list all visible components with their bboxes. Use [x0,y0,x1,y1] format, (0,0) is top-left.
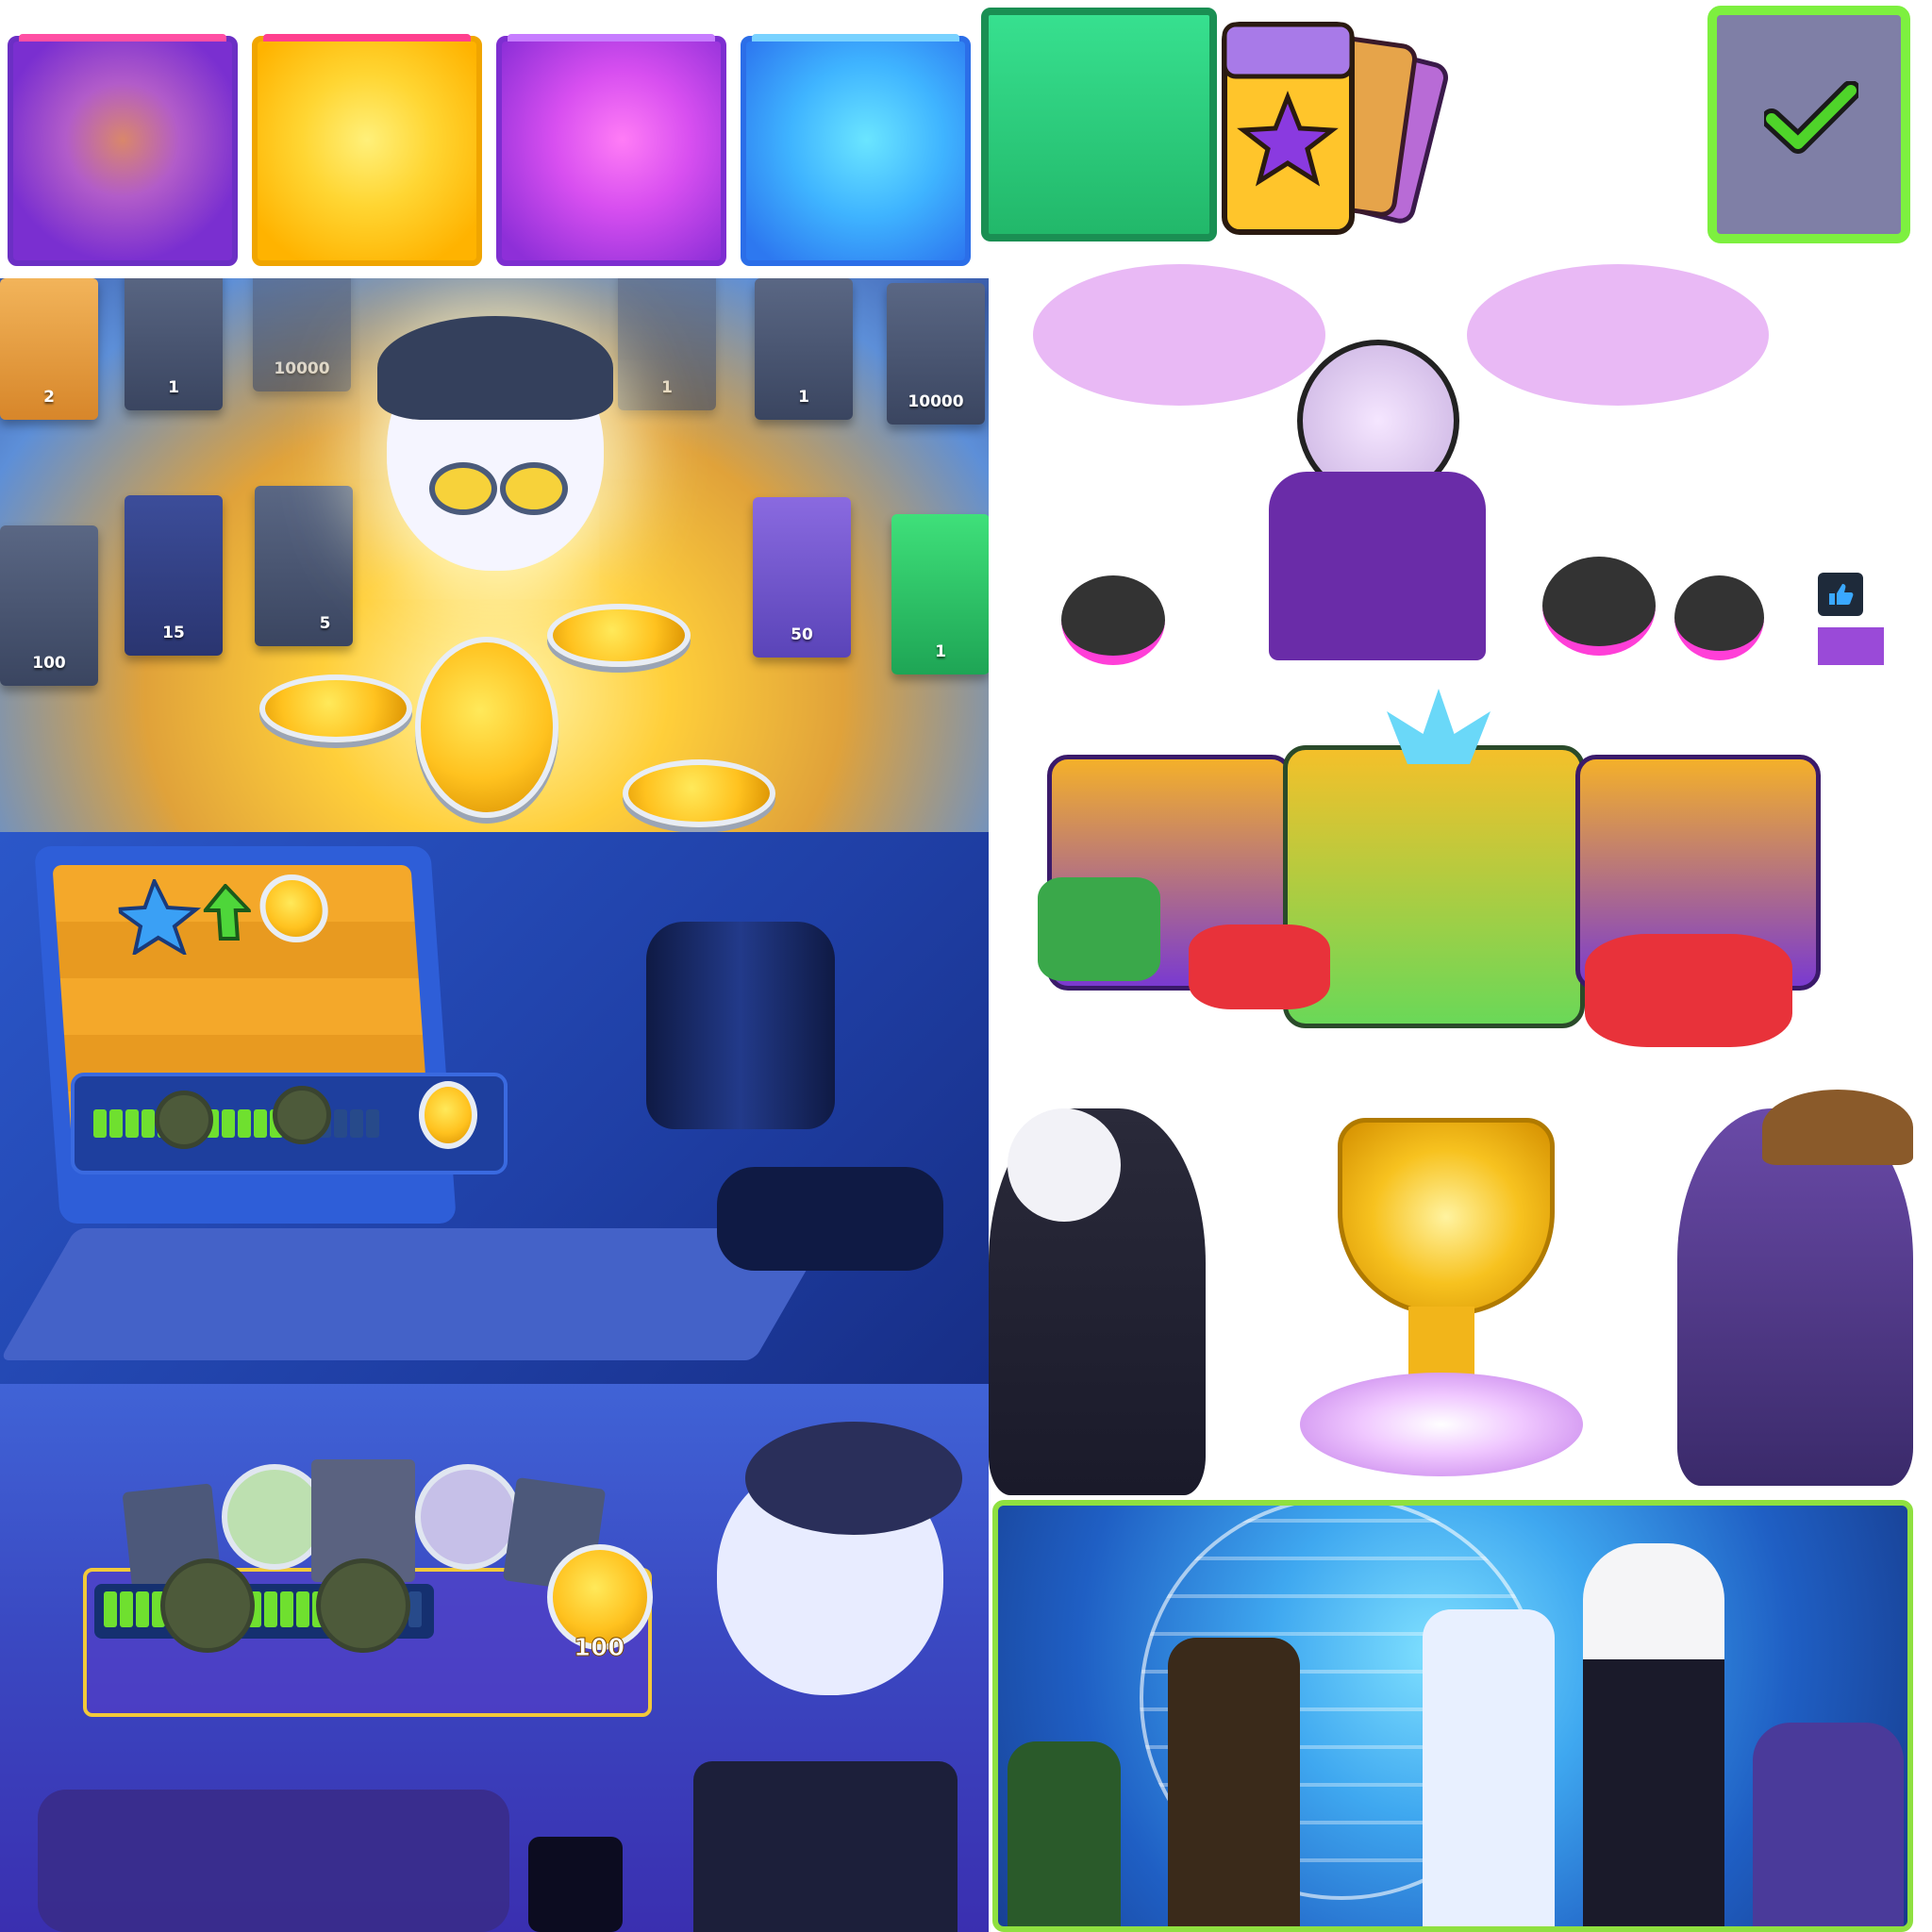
reward-card-count: 1 [168,378,179,397]
green-rarity-frame [981,8,1217,242]
reward-card-count: 1 [661,378,673,397]
laptop-keyboard [0,1228,831,1360]
detective-character [1168,1638,1300,1926]
laptop-back [693,1761,958,1932]
milestone-check-icon [316,1558,410,1653]
gem-pile [1585,934,1792,1047]
cash-pile [38,1790,509,1932]
planter-pot [1542,557,1656,656]
trophy-illustration [989,1090,1913,1495]
checkmark-icon [1764,81,1858,154]
reward-card-count: 10000 [908,392,964,411]
coin-stack-icon [259,675,412,742]
blossom-character-illustration [1014,255,1807,665]
trophy-stem [1408,1307,1474,1382]
reward-card: 100 [0,525,98,686]
reward-card-count: 1 [798,388,809,407]
reward-card-count: 1 [935,642,946,661]
reward-card-count: 5 [319,614,331,633]
reward-card: 15 [125,495,223,656]
character-head [1008,1108,1121,1222]
coffee-mug-icon [528,1837,623,1932]
milestone-check-icon [273,1086,331,1144]
pistol-reward-icon [415,1464,521,1570]
blue-rarity-frame [741,34,971,266]
reward-card: 50 [753,497,851,658]
planter-pot [1061,575,1165,665]
gold-coin-icon [415,637,558,818]
agent-character [1583,1543,1724,1926]
trophy-pedestal [1300,1373,1583,1476]
reward-chests-illustration [1019,689,1868,1066]
magenta-rarity-frame [496,34,726,266]
goggles-right-icon [500,462,568,515]
claimed-check-card[interactable] [1707,6,1910,243]
reward-card-count: 100 [32,654,66,673]
detective-character [1677,1108,1913,1486]
progress-bar [93,1109,382,1141]
reward-card: 5 [255,486,353,646]
purple-rarity-frame [8,34,238,266]
milestone-check-icon [160,1558,255,1653]
reward-card: 1 [125,278,223,410]
milestone-check-icon [155,1091,213,1149]
reward-card-count: 50 [791,625,813,644]
blossom-tree [1467,264,1769,406]
reward-card-count: 2 [43,388,55,407]
character-hair [745,1422,962,1535]
scientist-character [1423,1609,1555,1926]
team-headquarters-illustration [992,1500,1913,1932]
coin-stack-icon [547,604,691,667]
character-hair [377,316,613,420]
goggles-left-icon [429,462,497,515]
reward-card: 1 [891,514,989,675]
trophy-cup-icon [1338,1118,1555,1316]
laptop-progress-illustration [0,832,989,1384]
coffee-mug-icon [646,922,835,1129]
arrow-up-icon [201,884,254,941]
character-hand [717,1167,943,1271]
star-icon [116,879,202,955]
planter-pot [1674,575,1764,660]
reward-card: 10000 [887,283,985,425]
reward-card-count: 10000 [274,359,330,378]
character-body [1269,472,1486,660]
ninja-character [1753,1723,1904,1926]
thumbs-up-icon[interactable] [1818,573,1863,616]
coin-stack-icon [623,759,775,827]
reward-card: 1 [618,278,716,410]
reward-amount-label: 100 [573,1634,625,1663]
thumbs-up-glyph [1829,584,1854,605]
reward-card: 10000 [253,278,351,391]
reward-wall-illustration: 2 1 10000 1 1 10000 100 15 5 50 1 [0,278,989,832]
purple-swatch [1818,627,1884,665]
detective-hat [1762,1090,1913,1165]
cash-pile [1038,877,1160,981]
reward-track-illustration: 100 [0,1384,989,1932]
reward-card: 1 [755,278,853,420]
ticket-stack-icon [1222,22,1448,235]
hacker-character [1008,1741,1121,1926]
reward-card-count: 15 [162,624,185,642]
blossom-tree [1033,264,1325,406]
gold-coin-icon [419,1081,477,1149]
gold-rarity-frame [252,34,482,266]
progress-panel [71,1073,508,1174]
gem-pile [1189,924,1330,1009]
reward-card: 2 [0,278,98,420]
